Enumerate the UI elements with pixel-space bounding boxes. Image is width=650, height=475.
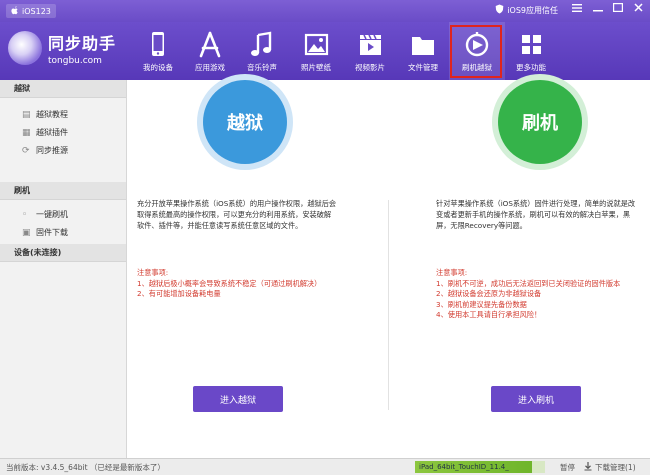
- close-icon[interactable]: [630, 3, 646, 17]
- main-content: 越狱 充分开放苹果操作系统（iOS系统）的用户操作权限，越狱后会取得系统最高的操…: [128, 80, 650, 458]
- title-bar: iOS123 iOS9应用信任: [0, 0, 650, 22]
- nav-my-device[interactable]: 我的设备: [130, 22, 186, 80]
- book-icon: ▤: [22, 110, 31, 120]
- flash-circle-label: 刷机: [522, 113, 558, 134]
- nav-label: 我的设备: [143, 63, 173, 72]
- menu-icon[interactable]: [569, 3, 585, 17]
- notes-title: 注意事项:: [137, 268, 169, 277]
- main-toolbar: 同步助手 tongbu.com 我的设备 应用游戏 音乐铃声 照片壁纸 视频影片…: [0, 22, 650, 80]
- jailbreak-notes: 注意事项: 1、越狱后极小概率会导致系统不稳定（可通过刷机解决） 2、有可能增加…: [137, 268, 367, 300]
- logo: 同步助手 tongbu.com: [8, 30, 116, 66]
- download-progress: iPad_64bit_TouchID_11.4_: [415, 461, 545, 473]
- ios-trust-button[interactable]: iOS9应用信任: [495, 4, 558, 16]
- sidebar-item-jailbreak-tutorial[interactable]: ▤ 越狱教程: [0, 106, 126, 124]
- download-icon: [584, 462, 592, 473]
- device-selector[interactable]: iOS123: [6, 4, 56, 18]
- download-icon: ▣: [22, 228, 31, 238]
- enter-jailbreak-button[interactable]: 进入越狱: [193, 386, 283, 412]
- sidebar-item-firmware-download[interactable]: ▣ 固件下载: [0, 224, 126, 242]
- nav-label: 更多功能: [516, 63, 546, 72]
- logo-domain: tongbu.com: [48, 56, 102, 66]
- highlight-box: [450, 25, 502, 78]
- maximize-icon[interactable]: [610, 3, 626, 17]
- note-line: 1、刷机不可逆，成功后无法返回到已关闭验证的固件版本: [436, 278, 621, 288]
- enter-flash-button[interactable]: 进入刷机: [491, 386, 581, 412]
- sync-icon: ⟳: [22, 146, 30, 156]
- nav-label: 照片壁纸: [301, 63, 331, 72]
- sidebar-item-label: 越狱教程: [36, 110, 68, 119]
- note-line: 1、越狱后极小概率会导致系统不稳定（可通过刷机解决）: [137, 278, 322, 288]
- sidebar-item-jailbreak-plugins[interactable]: ▦ 越狱插件: [0, 124, 126, 142]
- jailbreak-description: 充分开放苹果操作系统（iOS系统）的用户操作权限，越狱后会取得系统最高的操作权限…: [137, 199, 337, 230]
- apple-icon: [11, 5, 19, 17]
- sidebar: 越狱 ▤ 越狱教程 ▦ 越狱插件 ⟳ 同步推源 刷机 ◦ 一键刷机 ▣ 固件下载…: [0, 80, 127, 458]
- nav-label: 文件管理: [408, 63, 438, 72]
- note-line: 3、刷机前建议提先备份数据: [436, 299, 527, 309]
- device-name: iOS123: [22, 6, 51, 16]
- sidebar-item-label: 一键刷机: [36, 210, 68, 219]
- download-manager-label: 下载管理(1): [595, 463, 636, 472]
- ios-trust-label: iOS9应用信任: [507, 5, 558, 15]
- version-text: 当前版本: v3.4.5_64bit （已经是最新版本了）: [6, 463, 165, 472]
- column-divider: [388, 200, 389, 410]
- logo-name: 同步助手: [48, 34, 117, 53]
- clapperboard-icon: [360, 34, 381, 55]
- app-store-icon: [199, 31, 221, 58]
- nav-label: 视频影片: [355, 63, 385, 72]
- sidebar-item-label: 固件下载: [36, 228, 68, 237]
- sidebar-header-jailbreak: 越狱: [0, 80, 126, 98]
- nav-videos[interactable]: 视频影片: [342, 22, 398, 80]
- sidebar-item-label: 同步推源: [36, 146, 68, 155]
- logo-mark: [8, 31, 42, 65]
- nav-label: 音乐铃声: [247, 63, 277, 72]
- flash-description: 针对苹果操作系统（iOS系统）固件进行处理，简单的说就是改变或者更新手机的操作系…: [436, 199, 636, 230]
- notes-title: 注意事项:: [436, 268, 468, 277]
- sidebar-item-one-click-flash[interactable]: ◦ 一键刷机: [0, 206, 126, 224]
- note-line: 4、使用本工具请自行承担风险！: [436, 310, 542, 319]
- plugin-icon: ▦: [22, 128, 31, 138]
- grid-icon: [522, 35, 541, 54]
- sidebar-header-flash: 刷机: [0, 182, 126, 200]
- nav-photos-wallpapers[interactable]: 照片壁纸: [288, 22, 344, 80]
- music-note-icon: [251, 31, 272, 56]
- nav-label: 应用游戏: [195, 63, 225, 72]
- pause-button[interactable]: 暂停: [560, 462, 575, 473]
- flash-notes: 注意事项: 1、刷机不可逆，成功后无法返回到已关闭验证的固件版本 2、越狱设备会…: [436, 268, 648, 321]
- photo-icon: [304, 33, 329, 56]
- phone-icon: [152, 32, 164, 56]
- flash-icon: ◦: [22, 210, 28, 220]
- sidebar-header-device: 设备(未连接): [0, 244, 126, 262]
- note-line: 2、越狱设备会还原为非越狱设备: [436, 289, 542, 298]
- sidebar-item-label: 越狱插件: [36, 128, 68, 137]
- nav-music-ringtones[interactable]: 音乐铃声: [234, 22, 290, 80]
- jailbreak-circle-label: 越狱: [227, 113, 263, 134]
- shield-icon: [495, 4, 504, 16]
- nav-apps-games[interactable]: 应用游戏: [182, 22, 238, 80]
- nav-more-features[interactable]: 更多功能: [503, 22, 559, 80]
- sidebar-item-tongbu-source[interactable]: ⟳ 同步推源: [0, 142, 126, 160]
- note-line: 2、有可能增加设备耗电量: [137, 289, 221, 298]
- folder-icon: [412, 37, 434, 55]
- status-bar: 当前版本: v3.4.5_64bit （已经是最新版本了） iPad_64bit…: [0, 458, 650, 475]
- download-manager-button[interactable]: 下载管理(1): [584, 462, 636, 473]
- minimize-icon[interactable]: [590, 3, 606, 17]
- flash-circle[interactable]: 刷机: [498, 80, 582, 164]
- jailbreak-circle[interactable]: 越狱: [203, 80, 287, 164]
- nav-file-management[interactable]: 文件管理: [395, 22, 451, 80]
